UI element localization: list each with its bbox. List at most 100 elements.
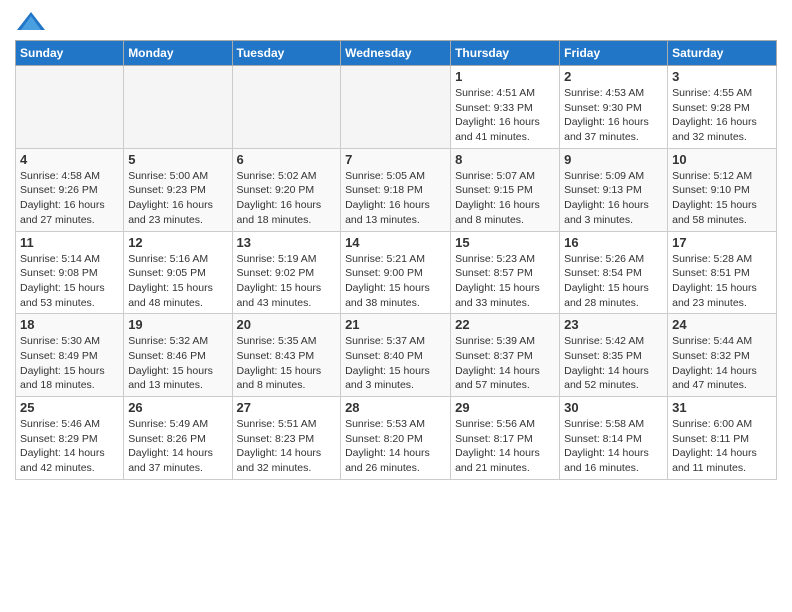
day-number: 5 (128, 152, 227, 167)
day-number: 12 (128, 235, 227, 250)
day-info: Sunrise: 5:35 AM Sunset: 8:43 PM Dayligh… (237, 334, 337, 393)
day-header-sunday: Sunday (16, 41, 124, 66)
calendar-cell: 7 Sunrise: 5:05 AM Sunset: 9:18 PM Daylig… (341, 148, 451, 231)
calendar-table: SundayMondayTuesdayWednesdayThursdayFrid… (15, 40, 777, 480)
calendar-cell: 9 Sunrise: 5:09 AM Sunset: 9:13 PM Daylig… (560, 148, 668, 231)
day-number: 6 (237, 152, 337, 167)
calendar-cell: 23 Sunrise: 5:42 AM Sunset: 8:35 PM Dayli… (560, 314, 668, 397)
day-number: 16 (564, 235, 663, 250)
day-info: Sunrise: 5:37 AM Sunset: 8:40 PM Dayligh… (345, 334, 446, 393)
day-info: Sunrise: 5:12 AM Sunset: 9:10 PM Dayligh… (672, 169, 772, 228)
calendar-cell: 28Sunrise: 5:53 AM Sunset: 8:20 PM Dayli… (341, 397, 451, 480)
day-number: 14 (345, 235, 446, 250)
calendar-cell: 24Sunrise: 5:44 AM Sunset: 8:32 PM Dayli… (668, 314, 777, 397)
calendar-cell: 6 Sunrise: 5:02 AM Sunset: 9:20 PM Daylig… (232, 148, 341, 231)
day-header-thursday: Thursday (451, 41, 560, 66)
calendar-cell: 12 Sunrise: 5:16 AM Sunset: 9:05 PM Dayli… (124, 231, 232, 314)
day-number: 30 (564, 400, 663, 415)
logo (15, 10, 45, 32)
calendar-cell: 20Sunrise: 5:35 AM Sunset: 8:43 PM Dayli… (232, 314, 341, 397)
calendar-cell: 11 Sunrise: 5:14 AM Sunset: 9:08 PM Dayli… (16, 231, 124, 314)
day-info: Sunrise: 5:53 AM Sunset: 8:20 PM Dayligh… (345, 417, 446, 476)
day-number: 8 (455, 152, 555, 167)
day-info: Sunrise: 5:58 AM Sunset: 8:14 PM Dayligh… (564, 417, 663, 476)
day-info: Sunrise: 4:53 AM Sunset: 9:30 PM Dayligh… (564, 86, 663, 145)
day-number: 1 (455, 69, 555, 84)
day-number: 15 (455, 235, 555, 250)
calendar-week-3: 11 Sunrise: 5:14 AM Sunset: 9:08 PM Dayli… (16, 231, 777, 314)
calendar-cell: 21Sunrise: 5:37 AM Sunset: 8:40 PM Dayli… (341, 314, 451, 397)
day-number: 4 (20, 152, 119, 167)
day-number: 13 (237, 235, 337, 250)
day-number: 23 (564, 317, 663, 332)
calendar-week-5: 25 Sunrise: 5:46 AM Sunset: 8:29 PM Dayli… (16, 397, 777, 480)
day-header-wednesday: Wednesday (341, 41, 451, 66)
calendar-cell: 29Sunrise: 5:56 AM Sunset: 8:17 PM Dayli… (451, 397, 560, 480)
calendar-cell: 13 Sunrise: 5:19 AM Sunset: 9:02 PM Dayli… (232, 231, 341, 314)
day-info: Sunrise: 5:30 AM Sunset: 8:49 PM Dayligh… (20, 334, 119, 393)
header (15, 10, 777, 32)
day-number: 19 (128, 317, 227, 332)
calendar-week-1: 1 Sunrise: 4:51 AM Sunset: 9:33 PM Daylig… (16, 66, 777, 149)
day-info: Sunrise: 5:05 AM Sunset: 9:18 PM Dayligh… (345, 169, 446, 228)
calendar-cell: 15 Sunrise: 5:23 AM Sunset: 8:57 PM Dayli… (451, 231, 560, 314)
day-info: Sunrise: 5:49 AM Sunset: 8:26 PM Dayligh… (128, 417, 227, 476)
day-header-monday: Monday (124, 41, 232, 66)
calendar-week-4: 18 Sunrise: 5:30 AM Sunset: 8:49 PM Dayli… (16, 314, 777, 397)
calendar-cell (341, 66, 451, 149)
calendar-cell (16, 66, 124, 149)
day-number: 7 (345, 152, 446, 167)
day-info: Sunrise: 5:21 AM Sunset: 9:00 PM Dayligh… (345, 252, 446, 311)
day-info: Sunrise: 5:02 AM Sunset: 9:20 PM Dayligh… (237, 169, 337, 228)
calendar-cell: 25 Sunrise: 5:46 AM Sunset: 8:29 PM Dayli… (16, 397, 124, 480)
day-info: Sunrise: 5:16 AM Sunset: 9:05 PM Dayligh… (128, 252, 227, 311)
calendar-cell: 5 Sunrise: 5:00 AM Sunset: 9:23 PM Daylig… (124, 148, 232, 231)
calendar-cell: 3 Sunrise: 4:55 AM Sunset: 9:28 PM Daylig… (668, 66, 777, 149)
calendar-cell: 1 Sunrise: 4:51 AM Sunset: 9:33 PM Daylig… (451, 66, 560, 149)
calendar-cell: 22Sunrise: 5:39 AM Sunset: 8:37 PM Dayli… (451, 314, 560, 397)
calendar-cell (124, 66, 232, 149)
calendar-cell: 30 Sunrise: 5:58 AM Sunset: 8:14 PM Dayli… (560, 397, 668, 480)
day-info: Sunrise: 5:00 AM Sunset: 9:23 PM Dayligh… (128, 169, 227, 228)
day-info: Sunrise: 5:23 AM Sunset: 8:57 PM Dayligh… (455, 252, 555, 311)
calendar-week-2: 4 Sunrise: 4:58 AM Sunset: 9:26 PM Daylig… (16, 148, 777, 231)
day-info: Sunrise: 5:07 AM Sunset: 9:15 PM Dayligh… (455, 169, 555, 228)
day-number: 31 (672, 400, 772, 415)
calendar-cell: 31 Sunrise: 6:00 AM Sunset: 8:11 PM Dayli… (668, 397, 777, 480)
day-number: 9 (564, 152, 663, 167)
day-number: 11 (20, 235, 119, 250)
calendar-cell: 10 Sunrise: 5:12 AM Sunset: 9:10 PM Dayli… (668, 148, 777, 231)
day-info: Sunrise: 4:51 AM Sunset: 9:33 PM Dayligh… (455, 86, 555, 145)
calendar-header-row: SundayMondayTuesdayWednesdayThursdayFrid… (16, 41, 777, 66)
day-number: 24 (672, 317, 772, 332)
day-number: 3 (672, 69, 772, 84)
calendar-cell: 16 Sunrise: 5:26 AM Sunset: 8:54 PM Dayli… (560, 231, 668, 314)
calendar-cell: 4 Sunrise: 4:58 AM Sunset: 9:26 PM Daylig… (16, 148, 124, 231)
day-info: Sunrise: 6:00 AM Sunset: 8:11 PM Dayligh… (672, 417, 772, 476)
day-number: 29 (455, 400, 555, 415)
calendar-cell: 8 Sunrise: 5:07 AM Sunset: 9:15 PM Daylig… (451, 148, 560, 231)
day-number: 25 (20, 400, 119, 415)
calendar-cell: 19 Sunrise: 5:32 AM Sunset: 8:46 PM Dayli… (124, 314, 232, 397)
day-number: 17 (672, 235, 772, 250)
day-info: Sunrise: 5:26 AM Sunset: 8:54 PM Dayligh… (564, 252, 663, 311)
day-info: Sunrise: 5:46 AM Sunset: 8:29 PM Dayligh… (20, 417, 119, 476)
calendar-cell: 17Sunrise: 5:28 AM Sunset: 8:51 PM Dayli… (668, 231, 777, 314)
day-info: Sunrise: 5:14 AM Sunset: 9:08 PM Dayligh… (20, 252, 119, 311)
calendar-cell: 14 Sunrise: 5:21 AM Sunset: 9:00 PM Dayli… (341, 231, 451, 314)
calendar-cell: 27Sunrise: 5:51 AM Sunset: 8:23 PM Dayli… (232, 397, 341, 480)
day-info: Sunrise: 5:51 AM Sunset: 8:23 PM Dayligh… (237, 417, 337, 476)
day-info: Sunrise: 5:19 AM Sunset: 9:02 PM Dayligh… (237, 252, 337, 311)
day-header-tuesday: Tuesday (232, 41, 341, 66)
calendar-cell: 26Sunrise: 5:49 AM Sunset: 8:26 PM Dayli… (124, 397, 232, 480)
day-header-friday: Friday (560, 41, 668, 66)
day-number: 18 (20, 317, 119, 332)
day-info: Sunrise: 5:42 AM Sunset: 8:35 PM Dayligh… (564, 334, 663, 393)
day-info: Sunrise: 4:58 AM Sunset: 9:26 PM Dayligh… (20, 169, 119, 228)
day-info: Sunrise: 5:09 AM Sunset: 9:13 PM Dayligh… (564, 169, 663, 228)
day-info: Sunrise: 4:55 AM Sunset: 9:28 PM Dayligh… (672, 86, 772, 145)
day-header-saturday: Saturday (668, 41, 777, 66)
day-info: Sunrise: 5:32 AM Sunset: 8:46 PM Dayligh… (128, 334, 227, 393)
calendar-cell: 2Sunrise: 4:53 AM Sunset: 9:30 PM Daylig… (560, 66, 668, 149)
day-number: 10 (672, 152, 772, 167)
